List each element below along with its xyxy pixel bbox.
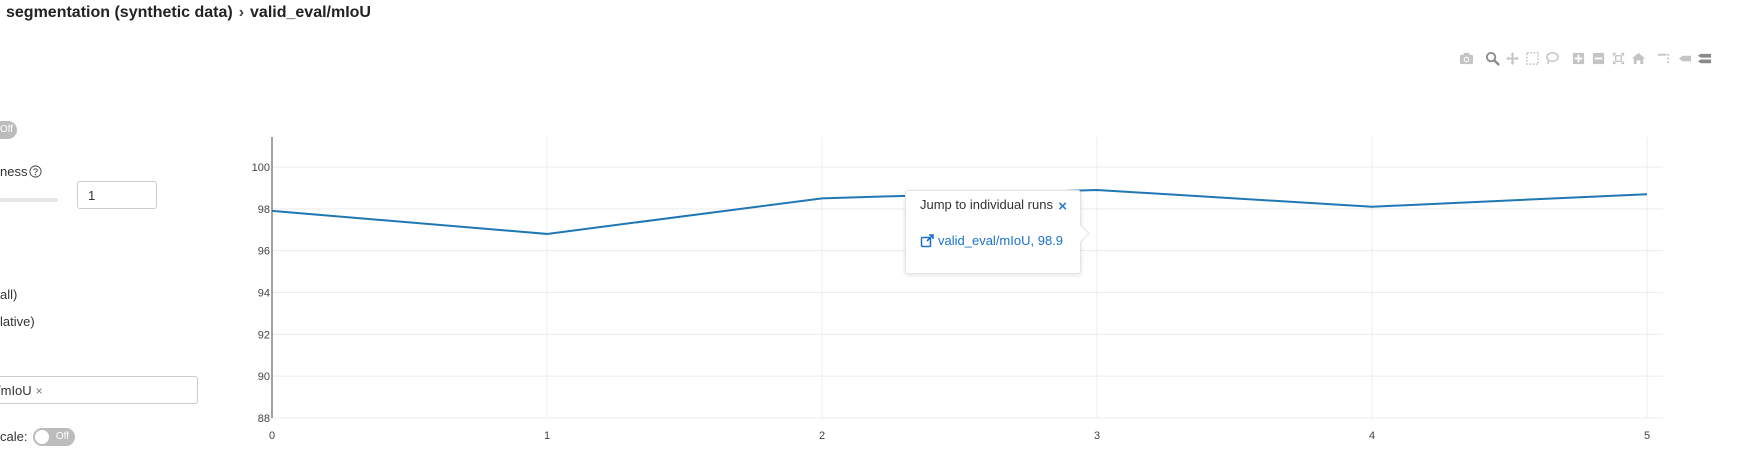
tooltip-title: Jump to individual runs <box>920 197 1053 212</box>
x-tick-label: 0 <box>269 430 275 442</box>
external-link-icon <box>920 233 934 247</box>
x-tick-label: 2 <box>819 430 825 442</box>
runs-tooltip: Jump to individual runs × valid_eval/mIo… <box>905 190 1081 274</box>
y-tick-label: 94 <box>258 288 270 300</box>
y-tick-label: 100 <box>252 162 270 174</box>
y-tick-label: 92 <box>258 329 270 341</box>
run-link-text: valid_eval/mIoU, 98.9 <box>938 233 1064 248</box>
x-tick-label: 5 <box>1644 430 1650 442</box>
y-tick-label: 90 <box>258 371 270 383</box>
x-tick-label: 3 <box>1094 430 1100 442</box>
line-chart[interactable]: 88 90 92 94 96 98 100 0 1 2 3 4 5 <box>0 0 1740 460</box>
y-tick-label: 88 <box>258 413 270 425</box>
x-tick-label: 4 <box>1369 430 1375 442</box>
y-tick-label: 98 <box>258 204 270 216</box>
x-tick-label: 1 <box>544 430 550 442</box>
close-icon[interactable]: × <box>1058 198 1067 215</box>
y-tick-label: 96 <box>258 246 270 258</box>
run-link[interactable]: valid_eval/mIoU, 98.9 <box>920 233 1063 248</box>
